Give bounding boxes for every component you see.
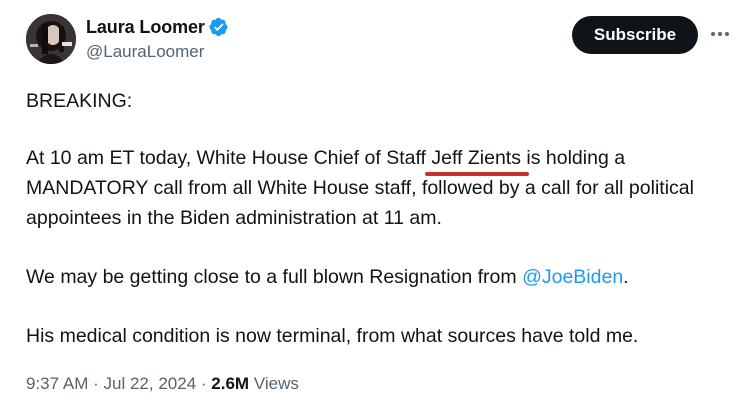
tweet: Laura Loomer @LauraLoomer Subscribe BREA… — [0, 0, 747, 405]
meta-separator: · — [200, 374, 207, 393]
handle[interactable]: @LauraLoomer — [86, 42, 229, 62]
highlighted-name-text: Jeff Zients — [431, 147, 521, 169]
display-name[interactable]: Laura Loomer — [86, 17, 205, 38]
subscribe-button[interactable]: Subscribe — [572, 16, 698, 54]
tweet-meta: 9:37 AM · Jul 22, 2024 · 2.6M Views — [26, 374, 299, 394]
avatar-image — [26, 14, 76, 64]
verified-badge-icon[interactable] — [209, 17, 229, 37]
tweet-text: We may be getting close to a full blown … — [26, 266, 523, 288]
more-horizontal-icon[interactable] — [706, 22, 734, 46]
tweet-date[interactable]: Jul 22, 2024 — [104, 374, 197, 393]
views-count[interactable]: 2.6M — [211, 374, 249, 393]
tweet-text: . — [623, 266, 629, 288]
mention-link[interactable]: @JoeBiden — [522, 266, 623, 288]
tweet-text: At 10 am ET today, White House Chief of … — [26, 147, 432, 169]
tweet-line-breaking: BREAKING: — [26, 90, 133, 112]
tweet-paragraph-call: At 10 am ET today, White House Chief of … — [26, 143, 726, 233]
dot — [718, 32, 722, 36]
tweet-time[interactable]: 9:37 AM — [26, 374, 88, 393]
author-block: Laura Loomer @LauraLoomer — [86, 16, 229, 62]
highlighted-name: Jeff Zients — [425, 143, 529, 176]
avatar[interactable] — [26, 14, 76, 64]
dot — [711, 32, 715, 36]
annotation-underline — [425, 172, 529, 176]
dot — [725, 32, 729, 36]
tweet-paragraph-condition: His medical condition is now terminal, f… — [26, 325, 639, 347]
tweet-paragraph-resignation: We may be getting close to a full blown … — [26, 262, 726, 292]
views-label: Views — [253, 374, 299, 393]
meta-separator: · — [93, 374, 99, 393]
